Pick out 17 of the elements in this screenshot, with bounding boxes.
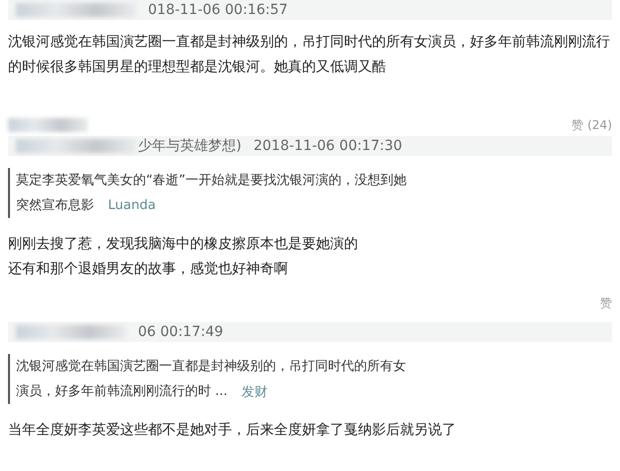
- comment-text: 还有和那个退婚男友的故事，感觉也好神奇啊: [8, 260, 288, 279]
- quote-text: 演员，好多年前韩流刚刚流行的时 ...: [16, 383, 228, 401]
- quote-text: 沈银河感觉在韩国演艺圈一直都是封神级别的，吊打同时代的所有女: [16, 358, 406, 376]
- username-text: 少年与英雄梦想): [138, 137, 242, 155]
- quote-text: 突然宣布息影: [16, 197, 94, 215]
- like-link[interactable]: 赞: [600, 294, 612, 312]
- quote-author-link[interactable]: 发财: [242, 382, 268, 400]
- comment-text: 的时候很多韩国男星的理想型都是沈银河。她真的又低调又酷: [8, 58, 386, 77]
- quote-text: 莫定李英爱氧气美女的“春逝”一开始就是要找沈银河演的，没想到她: [16, 172, 406, 190]
- comment-text: 刚刚去搜了惹，发现我脑海中的橡皮擦原本也是要她演的: [8, 235, 358, 254]
- comment-text: 当年全度妍李英爱这些都不是她对手，后来全度妍拿了戛纳影后就另说了: [8, 421, 456, 440]
- comment-time: 06 00:17:49: [138, 324, 224, 340]
- comment-time: 2018-11-06 00:17:30: [253, 138, 402, 154]
- quote-author-link[interactable]: Luanda: [108, 198, 156, 213]
- comment-text: 沈银河感觉在韩国演艺圈一直都是封神级别的，吊打同时代的所有女演员，好多年前韩流刚刚流行: [8, 33, 610, 52]
- like-link[interactable]: 赞 (24): [572, 116, 612, 134]
- comment-time: 018-11-06 00:16:57: [148, 2, 288, 18]
